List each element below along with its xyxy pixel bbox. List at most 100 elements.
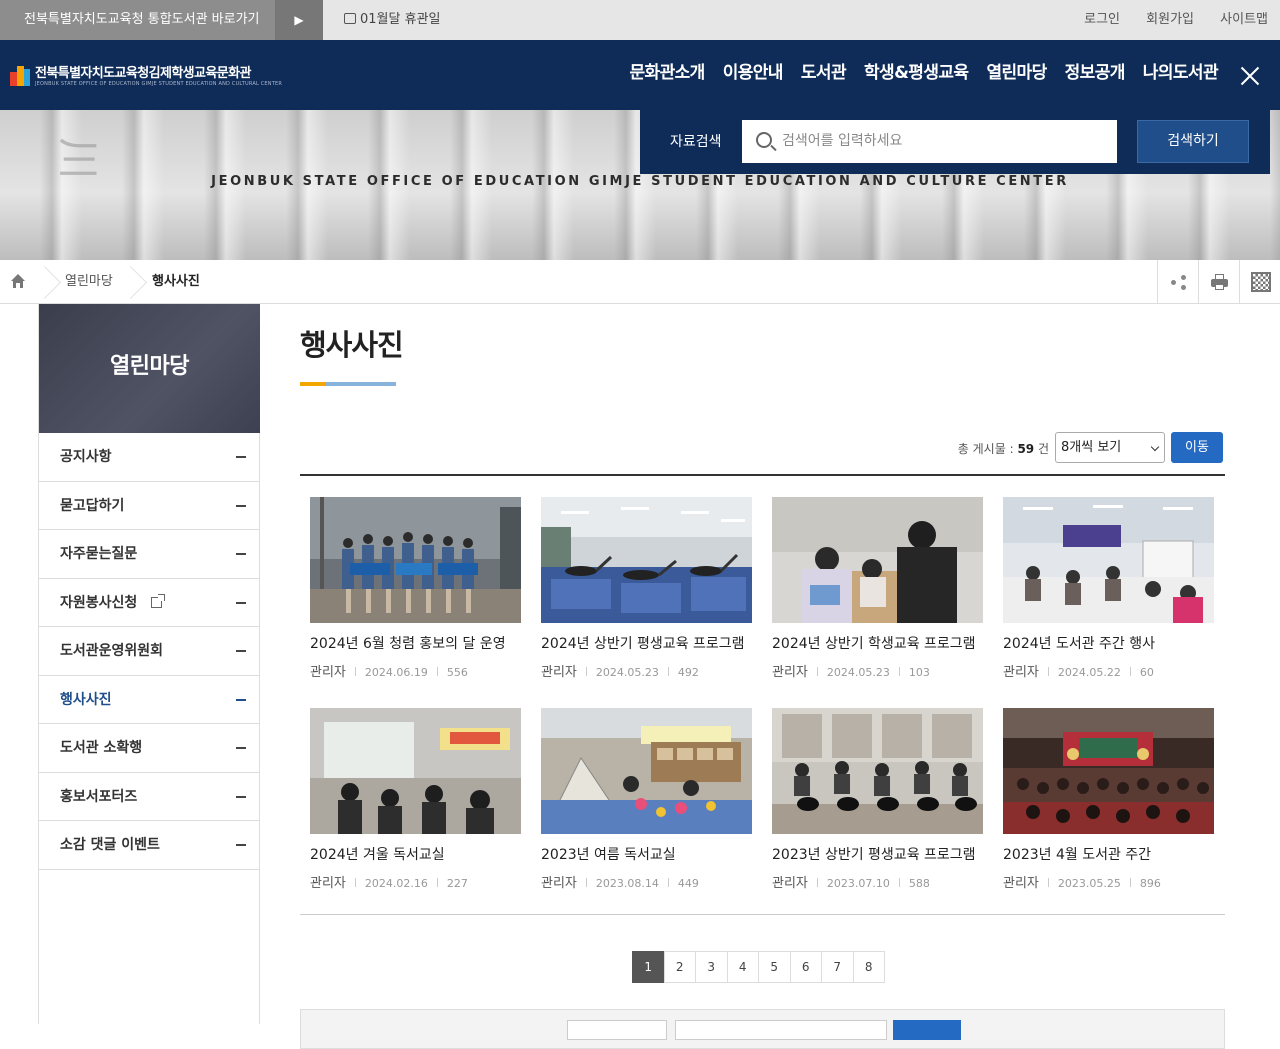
top-utility-bar: 전북특별자치도교육청 통합도서관 바로가기 ▶ 01월달 휴관일 로그인 회원가…	[0, 0, 1280, 40]
breadcrumb-current: 행사사진	[152, 274, 200, 289]
sidebar-item-supporters[interactable]: 홍보서포터즈	[39, 773, 260, 821]
breadcrumb-item[interactable]: 열린마당	[65, 260, 113, 304]
share-button[interactable]	[1157, 260, 1198, 304]
gallery-meta: 관리자 2024.05.23 492	[541, 661, 752, 680]
sidebar-item-small-happiness[interactable]: 도서관 소확행	[39, 724, 260, 773]
page-button[interactable]: 8	[852, 951, 885, 983]
login-link[interactable]: 로그인	[1084, 12, 1120, 27]
integrated-library-link[interactable]: 전북특별자치도교육청 통합도서관 바로가기	[0, 0, 275, 40]
sidebar-item-qna[interactable]: 묻고답하기	[39, 482, 260, 530]
site-header: 전북특별자치도교육청김제학생교육문화관 JEONBUK STATE OFFICE…	[0, 40, 1280, 110]
gallery-thumbnail[interactable]	[541, 708, 752, 834]
search-input[interactable]: 검색어를 입력하세요	[742, 120, 1117, 163]
gallery-thumbnail[interactable]	[772, 497, 983, 623]
board-search-button[interactable]	[893, 1020, 961, 1040]
close-icon[interactable]	[1238, 64, 1262, 88]
sidebar-title: 열린마당	[39, 304, 260, 433]
nav-about[interactable]: 문화관소개	[629, 40, 705, 110]
gallery-thumbnail[interactable]	[1003, 708, 1214, 834]
print-icon	[1211, 274, 1228, 290]
gallery-card[interactable]: 2023년 4월 도서관 주간 관리자 2023.05.25 896	[1003, 708, 1214, 891]
breadcrumb-separator	[36, 260, 50, 304]
nav-community[interactable]: 열린마당	[986, 40, 1047, 110]
gallery-date: 2024.05.23	[826, 666, 890, 679]
gallery-thumbnail[interactable]	[1003, 497, 1214, 623]
gallery-views: 588	[908, 877, 930, 890]
sidebar-item-label: 자주묻는질문	[60, 546, 138, 562]
external-link-icon	[151, 593, 166, 608]
gallery-card[interactable]: 2024년 겨울 독서교실 관리자 2024.02.16 227	[310, 708, 521, 891]
gallery-title[interactable]: 2024년 겨울 독서교실	[310, 844, 515, 864]
gallery-meta: 관리자 2024.06.19 556	[310, 661, 521, 680]
page-button[interactable]: 2	[663, 951, 696, 983]
logo-mark-icon	[10, 66, 30, 86]
closed-day-link[interactable]: 01월달 휴관일	[344, 0, 440, 40]
sidebar-item-committee[interactable]: 도서관운영위원회	[39, 627, 260, 676]
chevron-down-icon	[1150, 442, 1160, 452]
minus-icon	[236, 844, 246, 846]
gallery-author: 관리자	[310, 665, 346, 680]
board-search-input[interactable]	[675, 1020, 887, 1040]
hero-banner: 川 JEONBUK STATE OFFICE OF EDUCATION GIMJ…	[0, 110, 1280, 260]
nav-guide[interactable]: 이용안내	[723, 40, 784, 110]
gallery-author: 관리자	[1003, 876, 1039, 891]
sidebar-item-volunteer[interactable]: 자원봉사신청	[39, 579, 260, 627]
gallery-date: 2024.02.16	[364, 877, 428, 890]
page-button[interactable]: 4	[726, 951, 759, 983]
gallery-card[interactable]: 2024년 6월 청렴 홍보의 달 운영 관리자 2024.06.19 556	[310, 497, 521, 680]
nav-education[interactable]: 학생&평생교육	[864, 40, 969, 110]
site-logo[interactable]: 전북특별자치도교육청김제학생교육문화관 JEONBUK STATE OFFICE…	[10, 60, 282, 92]
sidebar-item-label: 소감 댓글 이벤트	[60, 837, 160, 853]
gallery-card[interactable]: 2023년 상반기 평생교육 프로그램 관리자 2023.07.10 588	[772, 708, 983, 891]
per-page-select[interactable]: 8개씩 보기	[1055, 432, 1165, 463]
sidebar-item-notice[interactable]: 공지사항	[39, 433, 260, 482]
gallery-card[interactable]: 2023년 여름 독서교실 관리자 2023.08.14 449	[541, 708, 752, 891]
search-field-select[interactable]	[567, 1020, 667, 1040]
sitemap-link[interactable]: 사이트맵	[1220, 12, 1268, 27]
nav-library[interactable]: 도서관	[801, 40, 847, 110]
gallery-title[interactable]: 2024년 상반기 학생교육 프로그램	[772, 633, 977, 653]
search-placeholder: 검색어를 입력하세요	[782, 133, 903, 149]
total-unit: 건	[1034, 442, 1049, 456]
gallery-title[interactable]: 2024년 상반기 평생교육 프로그램	[541, 633, 746, 653]
sidebar-item-faq[interactable]: 자주묻는질문	[39, 530, 260, 579]
gallery-card[interactable]: 2024년 도서관 주간 행사 관리자 2024.05.22 60	[1003, 497, 1214, 680]
page-button[interactable]: 7	[821, 951, 854, 983]
gallery-title[interactable]: 2024년 6월 청렴 홍보의 달 운영	[310, 633, 515, 653]
sidebar-item-event-photos[interactable]: 행사사진	[39, 676, 260, 724]
print-button[interactable]	[1198, 260, 1239, 304]
per-page-value: 8개씩 보기	[1061, 440, 1122, 455]
sidebar-item-label: 행사사진	[60, 691, 112, 708]
gallery-title[interactable]: 2023년 여름 독서교실	[541, 844, 746, 864]
qr-code-icon	[1251, 272, 1271, 292]
nav-disclosure[interactable]: 정보공개	[1065, 40, 1126, 110]
qr-button[interactable]	[1239, 260, 1280, 304]
gallery-thumbnail[interactable]	[310, 708, 521, 834]
gallery-meta: 관리자 2023.08.14 449	[541, 872, 752, 891]
page-button[interactable]: 3	[695, 951, 728, 983]
portal-arrow-button[interactable]: ▶	[275, 0, 323, 40]
page-button[interactable]: 6	[789, 951, 822, 983]
page-button[interactable]: 1	[632, 951, 665, 983]
sidebar-item-comment-event[interactable]: 소감 댓글 이벤트	[39, 821, 260, 870]
gallery-date: 2023.08.14	[595, 877, 659, 890]
gallery-author: 관리자	[541, 876, 577, 891]
gallery-title[interactable]: 2023년 상반기 평생교육 프로그램	[772, 844, 977, 864]
gallery-views: 103	[908, 666, 930, 679]
search-button[interactable]: 검색하기	[1137, 120, 1249, 163]
join-link[interactable]: 회원가입	[1146, 12, 1194, 27]
gallery-thumbnail[interactable]	[541, 497, 752, 623]
board-controls: 총 게시물 : 59 건 8개씩 보기 이동	[300, 432, 1225, 476]
total-number: 59	[1017, 442, 1035, 456]
nav-my-library[interactable]: 나의도서관	[1143, 40, 1219, 110]
gallery-title[interactable]: 2023년 4월 도서관 주간	[1003, 844, 1208, 864]
go-button[interactable]: 이동	[1171, 432, 1223, 463]
gallery-title[interactable]: 2024년 도서관 주간 행사	[1003, 633, 1208, 653]
gallery-thumbnail[interactable]	[772, 708, 983, 834]
site-name-english: JEONBUK STATE OFFICE OF EDUCATION GIMJE …	[35, 81, 282, 87]
gallery-thumbnail[interactable]	[310, 497, 521, 623]
gallery-card[interactable]: 2024년 상반기 평생교육 프로그램 관리자 2024.05.23 492	[541, 497, 752, 680]
gallery-card[interactable]: 2024년 상반기 학생교육 프로그램 관리자 2024.05.23 103	[772, 497, 983, 680]
page-button[interactable]: 5	[758, 951, 791, 983]
sidebar: 열린마당 공지사항 묻고답하기 자주묻는질문 자원봉사신청 도서관운영위원회 행…	[38, 304, 260, 1024]
